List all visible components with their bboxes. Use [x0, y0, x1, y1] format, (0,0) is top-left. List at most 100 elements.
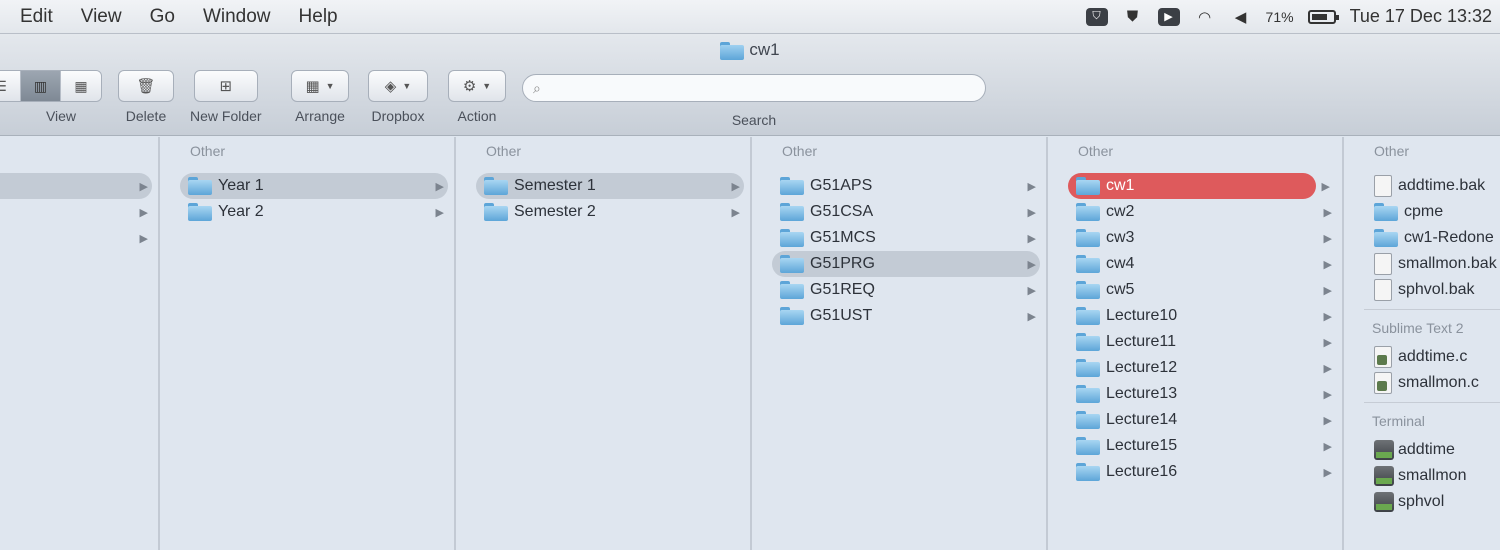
- list-item[interactable]: Year 2 ▶: [180, 199, 448, 225]
- folder-icon: [1076, 411, 1100, 429]
- file-item[interactable]: smallmon.bak: [1344, 251, 1500, 277]
- divider: [1364, 402, 1500, 403]
- document-icon: [1374, 175, 1392, 197]
- media-icon[interactable]: ▶: [1157, 7, 1180, 26]
- new-folder-button[interactable]: ⊞: [193, 70, 258, 102]
- section-header: Terminal: [1372, 413, 1425, 429]
- search-box[interactable]: ⌕: [522, 74, 986, 102]
- column-header: [0, 137, 158, 173]
- dropbox-control: ◈ ▼ Dropbox: [368, 70, 428, 124]
- list-item[interactable]: Semester 2 ▶: [476, 199, 744, 225]
- menu-edit[interactable]: Edit: [20, 6, 53, 28]
- list-item[interactable]: Lecture15 ▶: [1068, 433, 1336, 459]
- chevron-right-icon: ▶: [1027, 232, 1036, 245]
- search-input[interactable]: [546, 80, 985, 96]
- file-item[interactable]: addtime.bak: [1344, 173, 1500, 199]
- clock[interactable]: Tue 17 Dec 13:32: [1350, 6, 1492, 27]
- list-item[interactable]: Year 1 ▶: [180, 173, 448, 199]
- list-item[interactable]: ▶: [0, 199, 152, 225]
- security-badge-icon[interactable]: ⛊: [1122, 7, 1144, 27]
- search-label: Search: [731, 112, 777, 128]
- chevron-right-icon: ▶: [1323, 388, 1332, 401]
- chevron-right-icon: ▶: [1323, 284, 1332, 297]
- battery-percent: 71%: [1265, 8, 1294, 25]
- folder-icon: [1374, 229, 1398, 247]
- column-view-icon[interactable]: ▥: [21, 71, 61, 101]
- browser-column-1: ▶ ▶ ▶: [0, 137, 160, 550]
- section-header: Sublime Text 2: [1372, 320, 1464, 336]
- window-toolbar: cw1 ☰ ▥ ▦ View 🗑 Delete ⊞ New Folder ▦▼ …: [0, 34, 1500, 136]
- list-item[interactable]: Lecture16 ▶: [1068, 459, 1336, 485]
- arrange-button[interactable]: ▦ ▼: [291, 70, 349, 102]
- list-item[interactable]: Lecture14 ▶: [1068, 407, 1336, 433]
- shield-icon[interactable]: ⛉: [1085, 7, 1108, 26]
- chevron-right-icon: ▶: [1027, 180, 1036, 193]
- menu-window[interactable]: Window: [203, 6, 271, 28]
- list-item[interactable]: Semester 1 ▶: [476, 173, 744, 199]
- view-label: View: [45, 108, 77, 124]
- folder-icon: [780, 229, 804, 247]
- browser-column-4: Other G51APS ▶ G51CSA ▶ G51MCS ▶ G51PRG ▶ G5…: [752, 137, 1048, 550]
- list-item[interactable]: G51UST ▶: [772, 303, 1040, 329]
- file-item[interactable]: addtime.c: [1344, 344, 1500, 370]
- folder-icon: [1076, 203, 1100, 221]
- folder-icon: [1076, 229, 1100, 247]
- list-item[interactable]: Lecture13 ▶: [1068, 381, 1336, 407]
- chevron-right-icon: ▶: [1323, 206, 1332, 219]
- menu-view[interactable]: View: [81, 6, 122, 28]
- list-item[interactable]: G51PRG ▶: [772, 251, 1040, 277]
- terminal-icon: [1374, 440, 1394, 460]
- list-item[interactable]: G51APS ▶: [772, 173, 1040, 199]
- wifi-icon[interactable]: ◠: [1194, 7, 1216, 27]
- list-item[interactable]: ▶: [0, 225, 152, 251]
- volume-icon[interactable]: ◀: [1230, 7, 1252, 27]
- folder-item[interactable]: cpme: [1344, 199, 1500, 225]
- list-item[interactable]: Lecture10 ▶: [1068, 303, 1336, 329]
- code-file-icon: [1374, 372, 1392, 394]
- trash-icon: 🗑: [136, 78, 156, 95]
- chevron-right-icon: ▶: [731, 180, 740, 193]
- dropbox-button[interactable]: ◈ ▼: [368, 70, 428, 102]
- folder-icon: [780, 307, 804, 325]
- file-item[interactable]: addtime: [1344, 437, 1500, 463]
- folder-item[interactable]: cw1-Redone: [1344, 225, 1500, 251]
- list-item[interactable]: G51REQ ▶: [772, 277, 1040, 303]
- chevron-right-icon: ▶: [1323, 466, 1332, 479]
- file-item[interactable]: sphvol: [1344, 489, 1500, 515]
- delete-button[interactable]: 🗑: [118, 70, 174, 102]
- action-button[interactable]: ⚙ ▼: [448, 70, 506, 102]
- list-item[interactable]: cw2 ▶: [1068, 199, 1336, 225]
- chevron-right-icon: ▶: [1027, 310, 1036, 323]
- file-item[interactable]: smallmon: [1344, 463, 1500, 489]
- chevron-right-icon: ▶: [1323, 336, 1332, 349]
- new-folder-label: New Folder: [190, 108, 262, 124]
- chevron-right-icon: ▶: [1323, 232, 1332, 245]
- list-item[interactable]: G51CSA ▶: [772, 199, 1040, 225]
- list-item[interactable]: Lecture11 ▶: [1068, 329, 1336, 355]
- folder-icon: [1076, 255, 1100, 273]
- folder-icon: [1076, 307, 1100, 325]
- folder-icon: [484, 177, 508, 195]
- chevron-right-icon: ▶: [1323, 310, 1332, 323]
- folder-icon: [188, 203, 212, 221]
- list-view-icon[interactable]: ☰: [0, 71, 21, 101]
- chevron-right-icon: ▶: [1321, 180, 1330, 193]
- list-item[interactable]: cw3 ▶: [1068, 225, 1336, 251]
- menu-help[interactable]: Help: [299, 6, 338, 28]
- file-item[interactable]: sphvol.bak: [1344, 277, 1500, 303]
- menu-go[interactable]: Go: [150, 6, 175, 28]
- list-item[interactable]: G51MCS ▶: [772, 225, 1040, 251]
- coverflow-view-icon[interactable]: ▦: [61, 71, 101, 101]
- battery-icon[interactable]: [1307, 9, 1339, 24]
- list-item[interactable]: Lecture12 ▶: [1068, 355, 1336, 381]
- list-item[interactable]: cw4 ▶: [1068, 251, 1336, 277]
- list-item[interactable]: ▶: [0, 173, 152, 199]
- list-item[interactable]: cw5 ▶: [1068, 277, 1336, 303]
- window-title: cw1: [0, 40, 1500, 60]
- chevron-right-icon: ▶: [139, 180, 148, 193]
- list-item[interactable]: cw1 ▶: [1068, 173, 1330, 199]
- folder-icon: [1076, 463, 1100, 481]
- file-item[interactable]: smallmon.c: [1344, 370, 1500, 396]
- new-folder-icon: ⊞: [219, 78, 233, 95]
- dropbox-icon: ◈: [384, 78, 397, 95]
